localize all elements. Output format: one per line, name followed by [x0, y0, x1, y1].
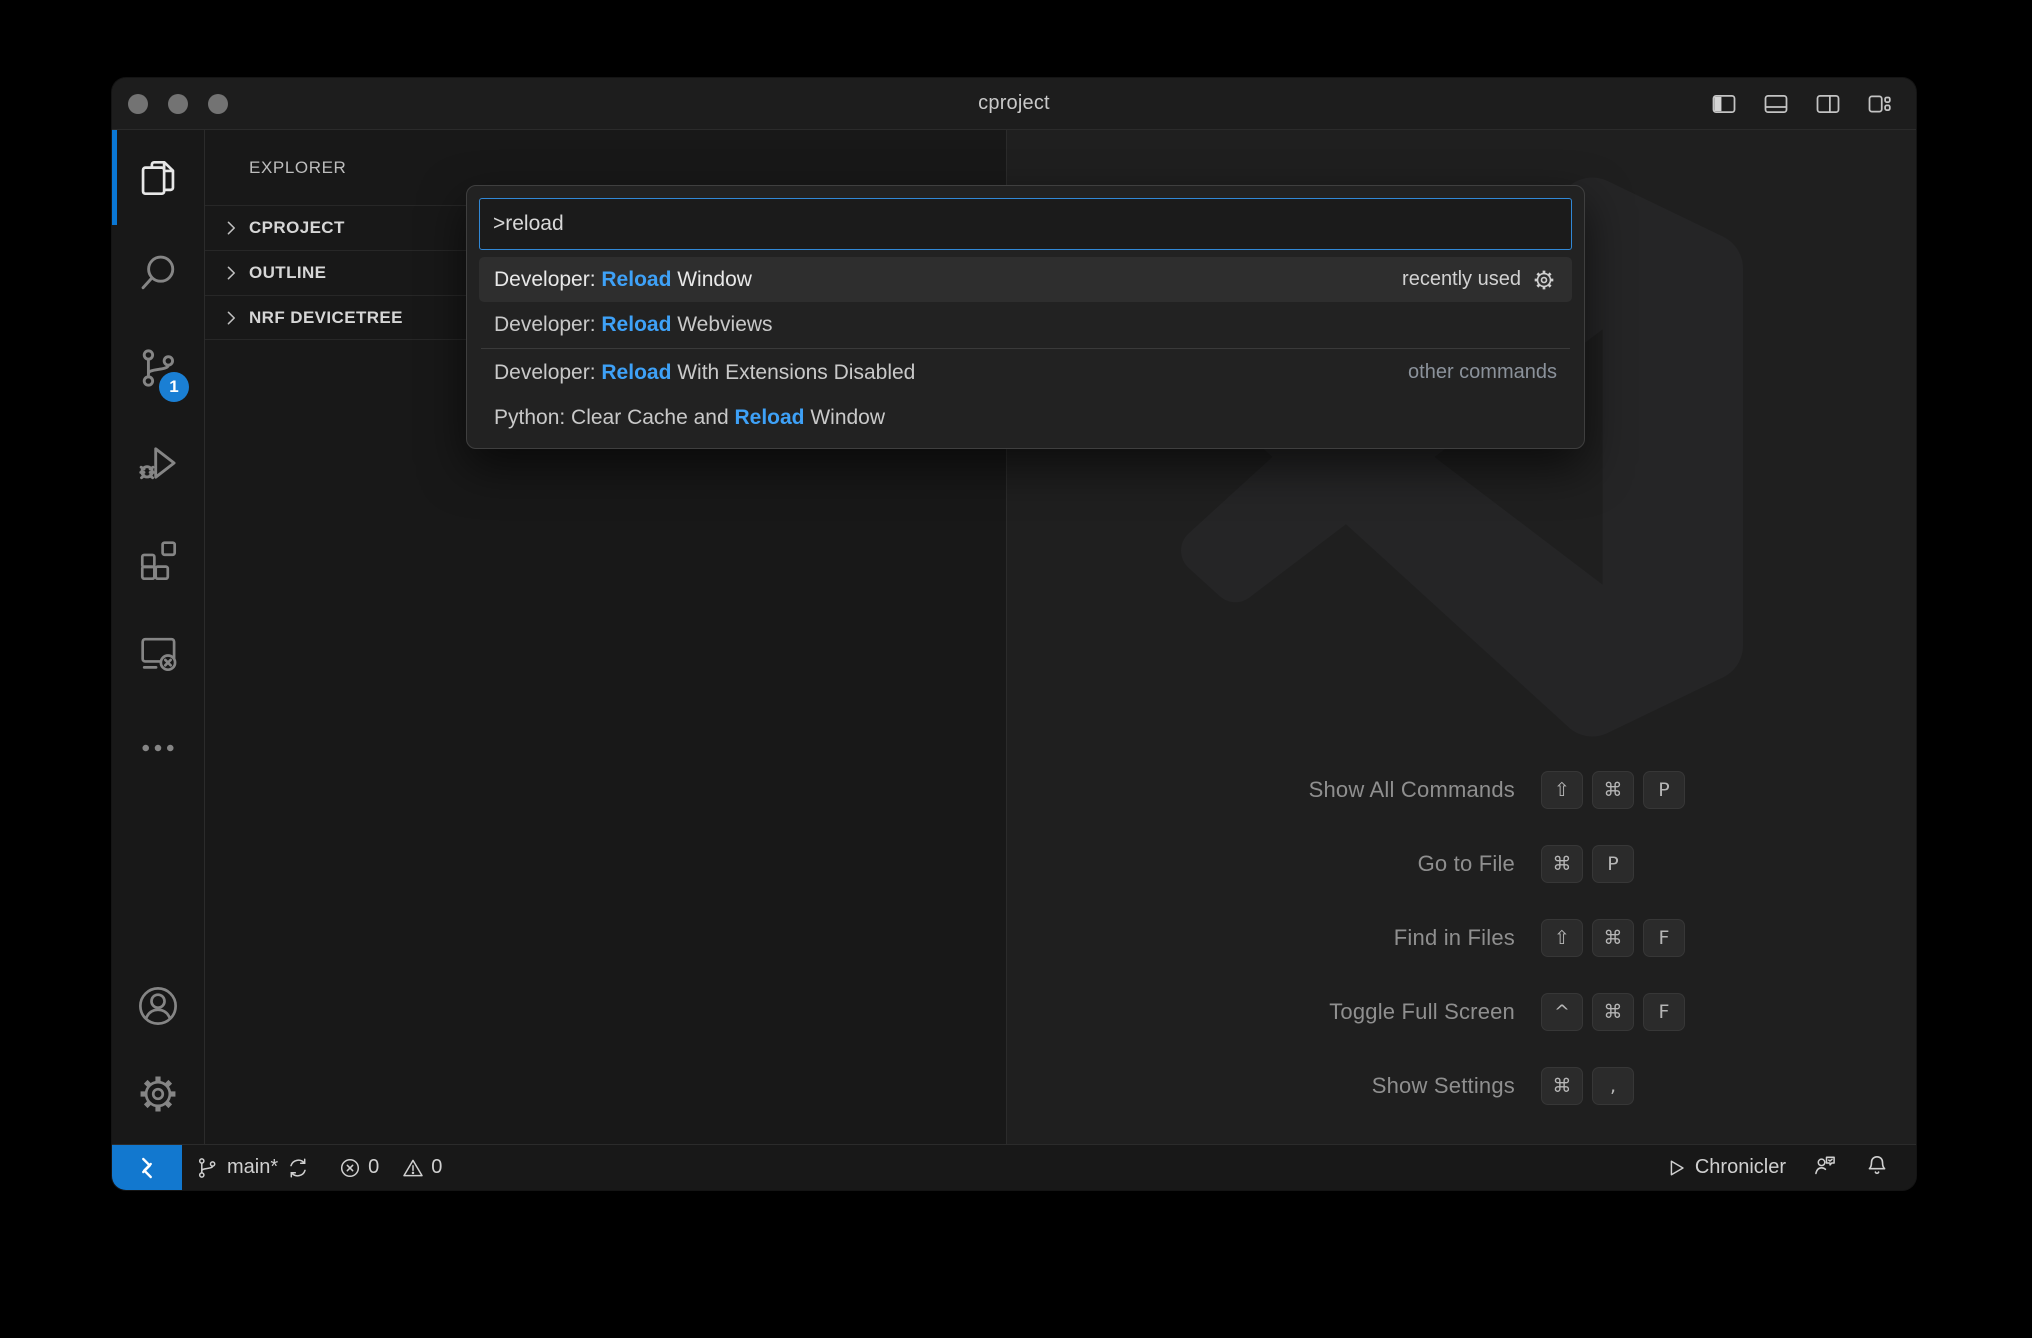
bell-icon — [1864, 1152, 1890, 1178]
activity-run-debug[interactable] — [112, 415, 204, 510]
customize-layout-icon[interactable] — [1866, 90, 1894, 118]
status-bar: main* 0 — [112, 1144, 1916, 1190]
close-window-button[interactable] — [128, 94, 148, 114]
chevron-right-icon — [220, 217, 242, 239]
git-branch-status[interactable]: main* — [195, 1156, 310, 1180]
git-branch-icon — [195, 1156, 219, 1180]
traffic-lights — [112, 94, 228, 114]
remote-icon — [132, 1153, 162, 1183]
recently-used-label: recently used — [1402, 268, 1521, 291]
chevron-right-icon — [220, 262, 242, 284]
sync-icon — [286, 1156, 310, 1180]
feedback-icon — [1812, 1152, 1838, 1178]
section-label: OUTLINE — [249, 263, 326, 283]
shortcut-row: Show Settings ⌘ , — [1007, 1066, 1916, 1106]
f-key: F — [1643, 919, 1685, 957]
chevron-right-icon — [220, 307, 242, 329]
shortcut-row: Show All Commands ⇧ ⌘ P — [1007, 770, 1916, 810]
screen: cproject — [0, 0, 2032, 1338]
extensions-icon — [135, 535, 181, 581]
activity-remote-explorer[interactable] — [112, 605, 204, 700]
branch-name: main* — [227, 1156, 278, 1179]
activity-bar: 1 — [112, 130, 205, 1144]
other-commands-label: other commands — [1408, 361, 1557, 384]
vscode-window: cproject — [112, 78, 1916, 1190]
command-item-python-clear-cache[interactable]: Python: Clear Cache and Reload Window — [479, 395, 1572, 440]
command-item-reload-webviews[interactable]: Developer: Reload Webviews — [479, 302, 1572, 347]
section-label: NRF DEVICETREE — [249, 308, 403, 328]
shortcut-label: Show All Commands — [1007, 777, 1515, 803]
warning-count: 0 — [431, 1156, 442, 1179]
window-title: cproject — [112, 92, 1916, 115]
activity-extensions[interactable] — [112, 510, 204, 605]
p-key: P — [1592, 845, 1634, 883]
shortcut-label: Go to File — [1007, 851, 1515, 877]
cmd-key: ⌘ — [1541, 845, 1583, 883]
remote-explorer-icon — [135, 630, 181, 676]
zoom-window-button[interactable] — [208, 94, 228, 114]
error-count: 0 — [368, 1156, 379, 1179]
cmd-key: ⌘ — [1592, 993, 1634, 1031]
activity-settings[interactable] — [112, 1050, 204, 1138]
activity-account[interactable] — [112, 962, 204, 1050]
gear-icon — [135, 1071, 181, 1117]
notifications-status[interactable] — [1864, 1152, 1890, 1184]
debug-icon — [135, 440, 181, 486]
toggle-panel-icon[interactable] — [1762, 90, 1790, 118]
layout-controls — [1710, 90, 1916, 118]
play-icon — [1665, 1157, 1687, 1179]
shortcut-label: Find in Files — [1007, 925, 1515, 951]
shortcut-label: Show Settings — [1007, 1073, 1515, 1099]
command-palette: >reload Developer: Reload Window recentl… — [466, 185, 1585, 449]
f-key: F — [1643, 993, 1685, 1031]
command-query: >reload — [493, 212, 564, 236]
toggle-secondary-sidebar-icon[interactable] — [1814, 90, 1842, 118]
cmd-key: ⌘ — [1541, 1067, 1583, 1105]
activity-more-actions[interactable] — [112, 700, 204, 795]
p-key: P — [1643, 771, 1685, 809]
shift-key: ⇧ — [1541, 771, 1583, 809]
shortcut-row: Go to File ⌘ P — [1007, 844, 1916, 884]
configure-keybinding-gear-icon[interactable] — [1531, 267, 1557, 293]
remote-indicator[interactable] — [112, 1145, 182, 1190]
shortcut-row: Find in Files ⇧ ⌘ F — [1007, 918, 1916, 958]
palette-separator — [481, 348, 1570, 349]
active-indicator — [112, 130, 117, 225]
chronicler-status[interactable]: Chronicler — [1665, 1156, 1786, 1179]
watermark-shortcuts: Show All Commands ⇧ ⌘ P Go to File ⌘ P — [1007, 770, 1916, 1140]
toggle-primary-sidebar-icon[interactable] — [1710, 90, 1738, 118]
shift-key: ⇧ — [1541, 919, 1583, 957]
search-icon — [135, 250, 181, 296]
errors-icon — [338, 1156, 362, 1180]
ctrl-key: ^ — [1541, 993, 1583, 1031]
shortcut-row: Toggle Full Screen ^ ⌘ F — [1007, 992, 1916, 1032]
chronicler-label: Chronicler — [1695, 1156, 1786, 1179]
cmd-key: ⌘ — [1592, 771, 1634, 809]
command-item-reload-extensions-disabled[interactable]: Developer: Reload With Extensions Disabl… — [479, 350, 1572, 395]
activity-source-control[interactable]: 1 — [112, 320, 204, 415]
minimize-window-button[interactable] — [168, 94, 188, 114]
command-input[interactable]: >reload — [479, 198, 1572, 250]
ellipsis-icon — [135, 725, 181, 771]
title-bar: cproject — [112, 78, 1916, 130]
cmd-key: ⌘ — [1592, 919, 1634, 957]
comma-key: , — [1592, 1067, 1634, 1105]
files-icon — [135, 155, 181, 201]
section-label: CPROJECT — [249, 218, 345, 238]
command-list: Developer: Reload Window recently used — [479, 257, 1572, 440]
activity-search[interactable] — [112, 225, 204, 320]
account-icon — [135, 983, 181, 1029]
warnings-icon — [401, 1156, 425, 1180]
feedback-status[interactable] — [1812, 1152, 1838, 1184]
command-item-reload-window[interactable]: Developer: Reload Window recently used — [479, 257, 1572, 302]
shortcut-label: Toggle Full Screen — [1007, 999, 1515, 1025]
activity-explorer[interactable] — [112, 130, 204, 225]
scm-badge: 1 — [159, 372, 189, 402]
problems-status[interactable]: 0 0 — [338, 1156, 442, 1180]
